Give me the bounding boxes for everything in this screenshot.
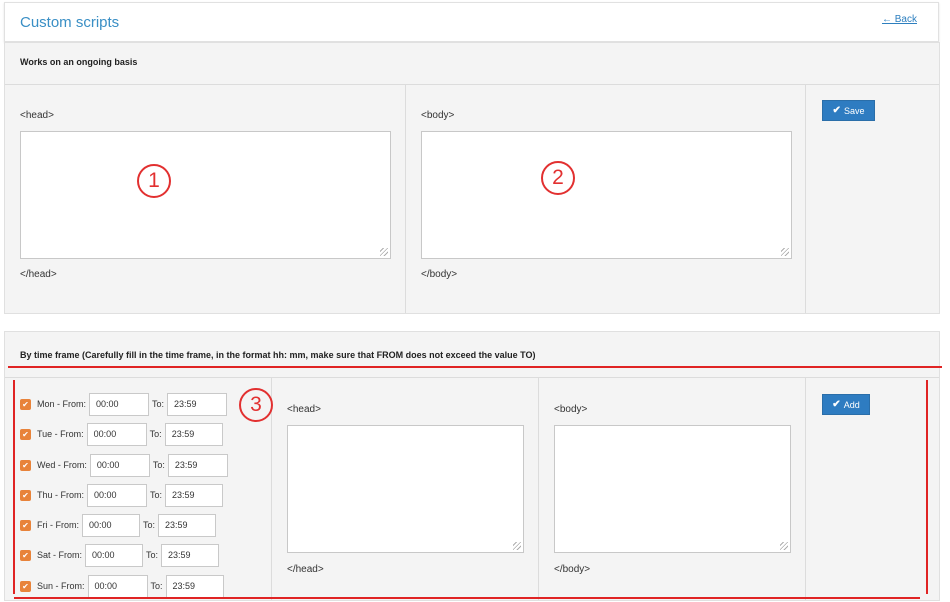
- timeframe-panel-title: By time frame (Carefully fill in the tim…: [20, 350, 536, 360]
- resize-handle-icon[interactable]: [380, 248, 388, 256]
- check-icon: ✔: [832, 105, 841, 116]
- to-label: To:: [150, 490, 163, 500]
- day-label: Sun - From:: [37, 581, 85, 591]
- to-time-input[interactable]: 23:59: [161, 543, 220, 567]
- tf-head-open-label: <head>: [287, 404, 321, 415]
- to-label: To:: [149, 429, 162, 439]
- timeframe-panel: By time frame (Carefully fill in the tim…: [4, 331, 940, 601]
- tf-body-script-textarea[interactable]: [554, 425, 791, 553]
- day-checkbox[interactable]: ✔: [20, 428, 31, 440]
- day-checkbox[interactable]: ✔: [20, 398, 31, 410]
- day-label: Wed - From:: [37, 460, 87, 470]
- day-label: Thu - From:: [37, 490, 85, 500]
- annotation-bracket-bottom: [14, 597, 920, 599]
- page-title: Custom scripts: [20, 14, 120, 31]
- timeframe-panel-header: By time frame (Carefully fill in the tim…: [5, 332, 939, 378]
- to-time-input[interactable]: 23:59: [165, 574, 224, 598]
- to-time-input[interactable]: 23:59: [167, 453, 228, 477]
- body-close-label: </body>: [421, 269, 458, 280]
- day-row-wed: ✔ Wed - From: 00:00 To: 23:59: [20, 453, 231, 477]
- add-button[interactable]: ✔ Add: [822, 394, 870, 415]
- column-divider: [805, 378, 806, 600]
- tf-body-open-label: <body>: [554, 404, 588, 415]
- from-time-input[interactable]: 00:00: [82, 513, 140, 537]
- day-row-sat: ✔ Sat - From: 00:00 To: 23:59: [20, 543, 222, 567]
- head-open-label: <head>: [20, 110, 54, 121]
- ongoing-panel-title: Works on an ongoing basis: [20, 57, 138, 67]
- annotation-marker-3: 3: [239, 388, 273, 422]
- to-time-input[interactable]: 23:59: [158, 513, 217, 537]
- head-close-label: </head>: [20, 269, 57, 280]
- resize-handle-icon[interactable]: [781, 248, 789, 256]
- day-checkbox[interactable]: ✔: [20, 549, 31, 561]
- body-script-textarea[interactable]: [421, 131, 792, 259]
- day-row-mon: ✔ Mon - From: 00:00 To: 23:59: [20, 392, 230, 416]
- from-time-input[interactable]: 00:00: [89, 392, 150, 416]
- day-label: Sat - From:: [37, 550, 83, 560]
- day-row-sun: ✔ Sun - From: 00:00 To: 23:59: [20, 574, 227, 598]
- from-time-input[interactable]: 00:00: [87, 483, 148, 507]
- from-time-input[interactable]: 00:00: [86, 422, 147, 446]
- to-label: To:: [150, 581, 163, 591]
- day-checkbox[interactable]: ✔: [20, 519, 31, 531]
- resize-handle-icon[interactable]: [780, 542, 788, 550]
- tf-body-close-label: </body>: [554, 564, 591, 575]
- to-time-input[interactable]: 23:59: [164, 422, 223, 446]
- ongoing-panel-header: Works on an ongoing basis: [5, 43, 939, 85]
- annotation-marker-2: 2: [541, 161, 575, 195]
- day-label: Fri - From:: [37, 520, 79, 530]
- to-label: To:: [152, 399, 165, 409]
- day-checkbox[interactable]: ✔: [20, 580, 31, 592]
- head-script-textarea[interactable]: [20, 131, 391, 259]
- from-time-input[interactable]: 00:00: [89, 453, 150, 477]
- back-link[interactable]: ← Back: [882, 14, 917, 25]
- to-time-input[interactable]: 23:59: [165, 483, 224, 507]
- day-row-tue: ✔ Tue - From: 00:00 To: 23:59: [20, 422, 226, 446]
- to-label: To:: [143, 520, 156, 530]
- to-label: To:: [152, 460, 165, 470]
- from-time-input[interactable]: 00:00: [85, 543, 144, 567]
- annotation-bracket-left: [13, 380, 15, 594]
- check-icon: ✔: [832, 399, 841, 410]
- resize-handle-icon[interactable]: [513, 542, 521, 550]
- day-row-fri: ✔ Fri - From: 00:00 To: 23:59: [20, 513, 219, 537]
- day-checkbox[interactable]: ✔: [20, 459, 31, 471]
- to-label: To:: [146, 550, 159, 560]
- ongoing-panel: Works on an ongoing basis <head> </head>…: [4, 42, 940, 314]
- page-header: Custom scripts ← Back: [4, 2, 939, 42]
- save-button-label: Save: [843, 105, 865, 116]
- tf-head-script-textarea[interactable]: [287, 425, 524, 553]
- tf-head-close-label: </head>: [287, 564, 324, 575]
- from-time-input[interactable]: 00:00: [87, 574, 148, 598]
- annotation-bracket-right: [926, 380, 928, 594]
- column-divider: [405, 85, 406, 313]
- body-open-label: <body>: [421, 110, 455, 121]
- annotation-marker-1: 1: [137, 164, 171, 198]
- to-time-input[interactable]: 23:59: [167, 392, 228, 416]
- day-label: Tue - From:: [37, 429, 84, 439]
- add-button-label: Add: [843, 399, 860, 410]
- day-checkbox[interactable]: ✔: [20, 489, 31, 501]
- annotation-underline: [8, 366, 942, 368]
- column-divider: [805, 85, 806, 313]
- day-label: Mon - From:: [37, 399, 87, 409]
- column-divider: [538, 378, 539, 600]
- save-button[interactable]: ✔ Save: [822, 100, 875, 121]
- day-row-thu: ✔ Thu - From: 00:00 To: 23:59: [20, 483, 226, 507]
